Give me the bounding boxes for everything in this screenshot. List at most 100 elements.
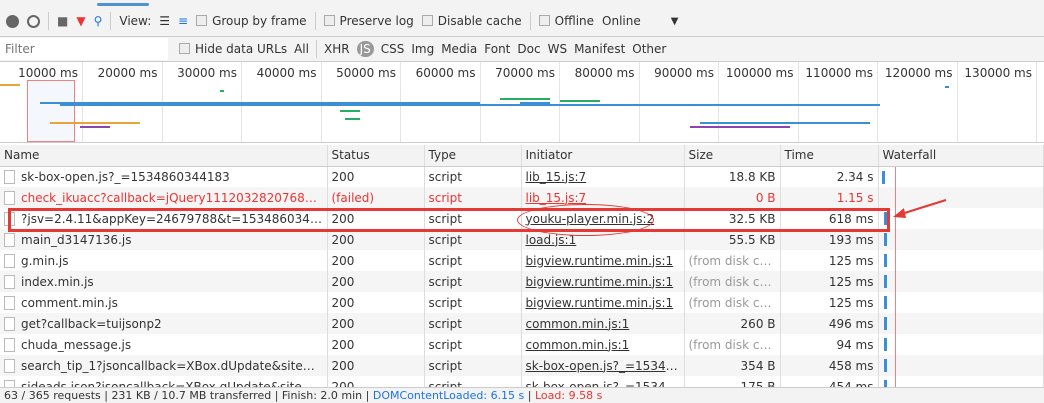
column-header-type[interactable]: Type bbox=[424, 145, 522, 167]
table-row[interactable]: chuda_message.js 200 script common.min.j… bbox=[0, 334, 1044, 355]
divider bbox=[110, 12, 112, 30]
request-size: (from disk cac... bbox=[684, 292, 781, 313]
request-initiator-link[interactable]: bigview.runtime.min.js:1 bbox=[521, 271, 685, 292]
request-type: script bbox=[424, 313, 522, 334]
group-by-frame-checkbox[interactable]: Group by frame bbox=[196, 14, 307, 28]
request-waterfall bbox=[878, 313, 1044, 334]
filter-input[interactable] bbox=[0, 38, 168, 60]
request-initiator-link[interactable]: load.js:1 bbox=[521, 229, 685, 250]
type-filter-doc[interactable]: Doc bbox=[517, 42, 540, 56]
type-filter-other[interactable]: Other bbox=[632, 42, 666, 56]
load-line bbox=[894, 313, 896, 334]
table-row[interactable]: comment.min.js 200 script bigview.runtim… bbox=[0, 292, 1044, 313]
overview-tick bbox=[877, 62, 878, 142]
column-header-initiator[interactable]: Initiator bbox=[521, 145, 685, 167]
request-status: 200 bbox=[327, 229, 425, 250]
timeline-overview[interactable]: 10000 ms 20000 ms 30000 ms 40000 ms 50000 ms… bbox=[0, 62, 1044, 143]
divider bbox=[314, 12, 316, 30]
type-filter-js[interactable]: JS bbox=[356, 41, 374, 57]
column-header-waterfall[interactable]: Waterfall bbox=[878, 145, 1044, 167]
overview-request-bar bbox=[0, 84, 20, 86]
request-name[interactable]: get?callback=tuijsonp2 bbox=[0, 313, 328, 334]
request-name[interactable]: comment.min.js bbox=[0, 292, 328, 313]
record-icon[interactable] bbox=[6, 14, 19, 28]
request-time: 458 ms bbox=[780, 355, 879, 376]
request-initiator-link[interactable]: common.min.js:1 bbox=[521, 313, 685, 334]
request-initiator-link[interactable]: lib_15.js:7 bbox=[521, 166, 685, 187]
request-initiator-link[interactable]: youku-player.min.js:2 bbox=[521, 208, 685, 229]
clear-icon[interactable] bbox=[27, 14, 40, 28]
table-row[interactable]: g.min.js 200 script bigview.runtime.min.… bbox=[0, 250, 1044, 271]
overview-request-bar bbox=[340, 110, 360, 112]
table-row[interactable]: main_d3147136.js 200 script load.js:1 55… bbox=[0, 229, 1044, 250]
table-row[interactable]: ?jsv=2.4.11&appKey=24679788&t=1534860347… bbox=[0, 208, 1044, 229]
type-filter-ws[interactable]: WS bbox=[548, 42, 567, 56]
overview-tick bbox=[559, 62, 560, 142]
request-name-text: check_ikuacc?callback=jQuery111203282076… bbox=[21, 190, 327, 205]
request-initiator-link[interactable]: sk-box-open.js?_=1534860... bbox=[521, 355, 685, 376]
request-name[interactable]: search_tip_1?jsoncallback=XBox.dUpdate&s… bbox=[0, 355, 328, 376]
table-row[interactable]: sk-box-open.js?_=1534860344183 200 scrip… bbox=[0, 166, 1044, 187]
table-row[interactable]: index.min.js 200 script bigview.runtime.… bbox=[0, 271, 1044, 292]
waterfall-bar bbox=[883, 212, 887, 225]
disable-cache-label: Disable cache bbox=[437, 14, 522, 28]
overview-tick-label: 10000 ms bbox=[18, 66, 78, 80]
request-name[interactable]: sk-box-open.js?_=1534860344183 bbox=[0, 166, 328, 187]
throttle-select[interactable]: Online bbox=[602, 14, 641, 28]
overview-selection[interactable] bbox=[27, 80, 75, 142]
overview-request-bar bbox=[50, 122, 140, 124]
request-name[interactable]: main_d3147136.js bbox=[0, 229, 328, 250]
overview-tick-label: 70000 ms bbox=[495, 66, 555, 80]
column-header-time[interactable]: Time bbox=[780, 145, 879, 167]
request-status: 200 bbox=[327, 313, 425, 334]
type-filter-font[interactable]: Font bbox=[484, 42, 510, 56]
load-line bbox=[894, 292, 896, 313]
column-header-name[interactable]: Name bbox=[0, 145, 328, 167]
table-row[interactable]: check_ikuacc?callback=jQuery111203282076… bbox=[0, 187, 1044, 208]
type-filter-img[interactable]: Img bbox=[411, 42, 434, 56]
request-name-text: comment.min.js bbox=[21, 295, 118, 310]
overview-tick bbox=[1036, 62, 1037, 142]
request-name[interactable]: g.min.js bbox=[0, 250, 328, 271]
search-icon[interactable]: ⚲ bbox=[94, 14, 103, 28]
column-header-size[interactable]: Size bbox=[684, 145, 781, 167]
type-filter-media[interactable]: Media bbox=[441, 42, 477, 56]
request-time: 496 ms bbox=[780, 313, 879, 334]
overview-tick bbox=[638, 62, 640, 142]
request-name[interactable]: chuda_message.js bbox=[0, 334, 328, 355]
request-name[interactable]: ?jsv=2.4.11&appKey=24679788&t=1534860347… bbox=[0, 208, 328, 229]
type-filter-xhr[interactable]: XHR bbox=[324, 42, 350, 56]
capture-screenshots-icon[interactable]: ■ bbox=[57, 14, 68, 28]
table-row[interactable]: get?callback=tuijsonp2 200 script common… bbox=[0, 313, 1044, 334]
preserve-log-checkbox[interactable]: Preserve log bbox=[323, 14, 414, 28]
chevron-down-icon[interactable]: ▼ bbox=[671, 16, 679, 27]
preserve-log-label: Preserve log bbox=[339, 14, 414, 28]
table-row[interactable]: search_tip_1?jsoncallback=XBox.dUpdate&s… bbox=[0, 355, 1044, 376]
request-time: 125 ms bbox=[780, 271, 879, 292]
request-name[interactable]: index.min.js bbox=[0, 271, 328, 292]
disable-cache-checkbox[interactable]: Disable cache bbox=[421, 14, 522, 28]
filter-icon[interactable]: ▼ bbox=[76, 14, 85, 28]
hide-data-urls-checkbox[interactable]: Hide data URLs bbox=[179, 42, 287, 56]
offline-checkbox[interactable]: Offline bbox=[538, 14, 594, 28]
overview-request-bar bbox=[345, 118, 360, 120]
transferred: 231 KB / 10.7 MB transferred bbox=[111, 389, 272, 402]
waterfall-bar bbox=[883, 317, 887, 330]
type-filter-manifest[interactable]: Manifest bbox=[574, 42, 625, 56]
request-size: 354 B bbox=[684, 355, 781, 376]
large-rows-icon[interactable]: ☰ bbox=[159, 14, 170, 28]
request-initiator-link[interactable]: common.min.js:1 bbox=[521, 334, 685, 355]
request-initiator-link[interactable]: lib_15.js:7 bbox=[521, 187, 685, 208]
load-time: Load: 9.58 s bbox=[535, 389, 603, 402]
request-name[interactable]: check_ikuacc?callback=jQuery111203282076… bbox=[0, 187, 328, 208]
request-initiator-link[interactable]: bigview.runtime.min.js:1 bbox=[521, 250, 685, 271]
type-filter-css[interactable]: CSS bbox=[381, 42, 405, 56]
file-icon bbox=[4, 316, 15, 331]
request-initiator-link[interactable]: bigview.runtime.min.js:1 bbox=[521, 292, 685, 313]
overview-tick bbox=[718, 62, 719, 142]
request-count: 63 / 365 requests bbox=[4, 389, 101, 402]
column-header-status[interactable]: Status bbox=[327, 145, 425, 167]
overview-tick-label: 100000 ms bbox=[725, 66, 794, 80]
waterfall-view-icon[interactable]: ≡ bbox=[178, 14, 188, 28]
type-filter-all[interactable]: All bbox=[294, 42, 309, 56]
